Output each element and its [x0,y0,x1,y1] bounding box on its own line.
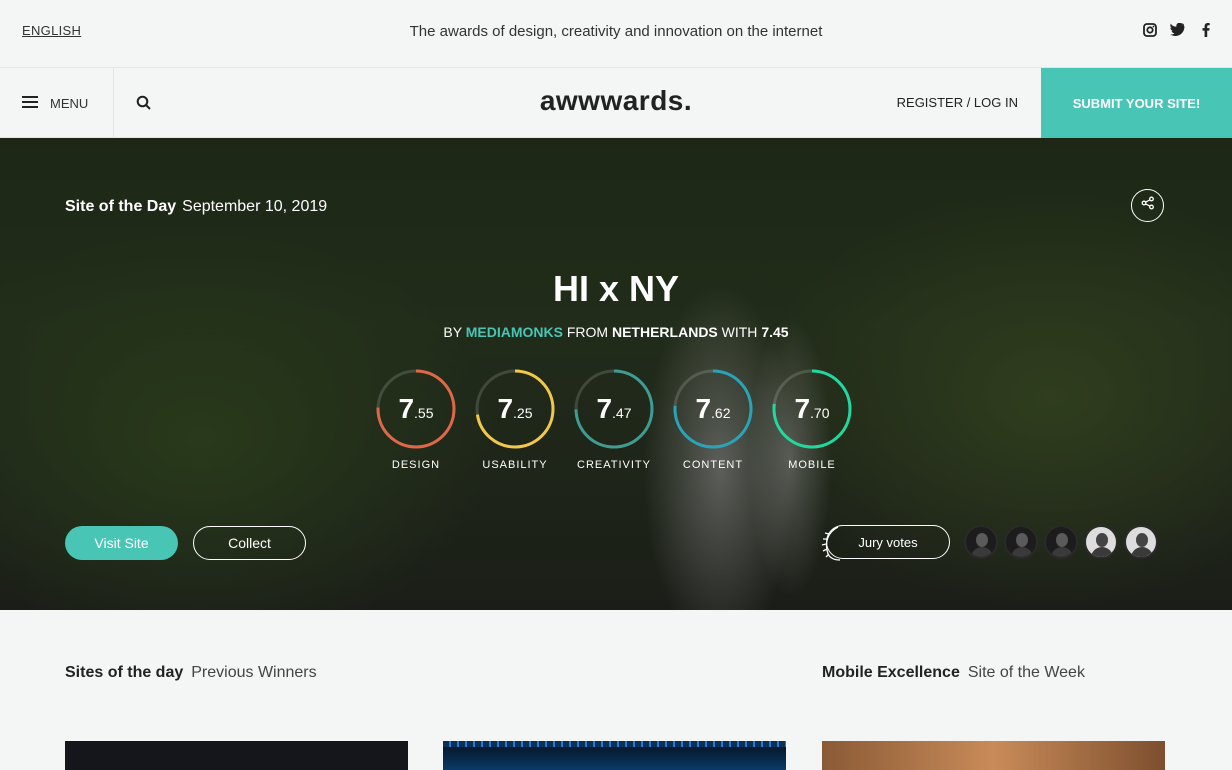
score-dec: .47 [612,405,632,421]
from-prefix: FROM [566,324,609,340]
score-dec: .62 [711,405,731,421]
score-int: 7 [794,393,811,424]
score-int: 7 [596,393,613,424]
score-int: 7 [695,393,712,424]
score-label: CONTENT [682,459,744,471]
top-bar: ENGLISH The awards of design, creativity… [0,0,1232,68]
country: NETHERLANDS [611,324,718,340]
score-label: DESIGN [391,459,441,471]
visit-site-button[interactable]: Visit Site [65,526,178,560]
score-int: 7 [398,393,415,424]
sotd-badge: Site of the Day [65,198,177,215]
score-int: 7 [497,393,514,424]
social-links [1142,22,1214,38]
share-icon [1141,196,1155,215]
score-dec: .70 [810,405,830,421]
share-button[interactable] [1131,189,1164,222]
score-list: 7.55 DESIGN 7.25 USABILITY 7.47 CREATIVI… [376,369,852,471]
score-label: USABILITY [482,459,548,471]
avatar[interactable] [1084,525,1118,559]
facebook-icon[interactable] [1198,22,1214,38]
with-prefix: WITH [721,324,758,340]
score-dec: .55 [414,405,434,421]
avatar[interactable] [1044,525,1078,559]
jury-votes-button[interactable]: Jury votes [826,525,950,559]
instagram-icon[interactable] [1142,22,1158,38]
mobile-excellence-heading: Mobile Excellence Site of the Week [822,664,1085,682]
site-of-the-day-heading: Site of the Day September 10, 2019 [65,198,327,216]
previous-winners-link[interactable]: Previous Winners [191,664,316,681]
byline: BY MEDIAMONKS FROM NETHERLANDS WITH 7.45 [0,324,1232,340]
register-login-link[interactable]: REGISTER / LOG IN [897,95,1018,110]
avatar[interactable] [964,525,998,559]
author-link[interactable]: MEDIAMONKS [466,324,563,340]
score-label: CREATIVITY [577,459,651,471]
site-title: HI x NY [552,268,680,309]
score-dec: .25 [513,405,533,421]
score-usability: 7.25 USABILITY [475,369,555,471]
sotd-date: September 10, 2019 [182,198,328,215]
collect-button[interactable]: Collect [193,526,306,560]
site-thumbnail[interactable] [65,741,408,770]
avatar[interactable] [1004,525,1038,559]
score-design: 7.55 DESIGN [376,369,456,471]
tagline: The awards of design, creativity and inn… [409,23,823,40]
jury-avatars [964,525,1158,559]
submit-site-button[interactable]: SUBMIT YOUR SITE! [1041,68,1232,138]
hero-banner: Site of the Day September 10, 2019 HI x N… [0,138,1232,610]
twitter-icon[interactable] [1170,22,1186,38]
main-nav: MENU awwwards. REGISTER / LOG IN SUBMIT … [0,68,1232,138]
overall-score: 7.45 [761,324,789,340]
site-thumbnail[interactable] [443,741,786,770]
score-creativity: 7.47 CREATIVITY [574,369,654,471]
avatar[interactable] [1124,525,1158,559]
score-mobile: 7.70 MOBILE [772,369,852,471]
site-of-the-week-link[interactable]: Site of the Week [968,664,1085,681]
score-label: MOBILE [788,459,836,471]
section-title: Mobile Excellence [822,664,960,681]
sites-of-the-day-heading: Sites of the day Previous Winners [65,664,317,682]
site-thumbnail[interactable] [822,741,1165,770]
score-content: 7.62 CONTENT [673,369,753,471]
section-title: Sites of the day [65,664,184,681]
by-prefix: BY [443,324,462,340]
